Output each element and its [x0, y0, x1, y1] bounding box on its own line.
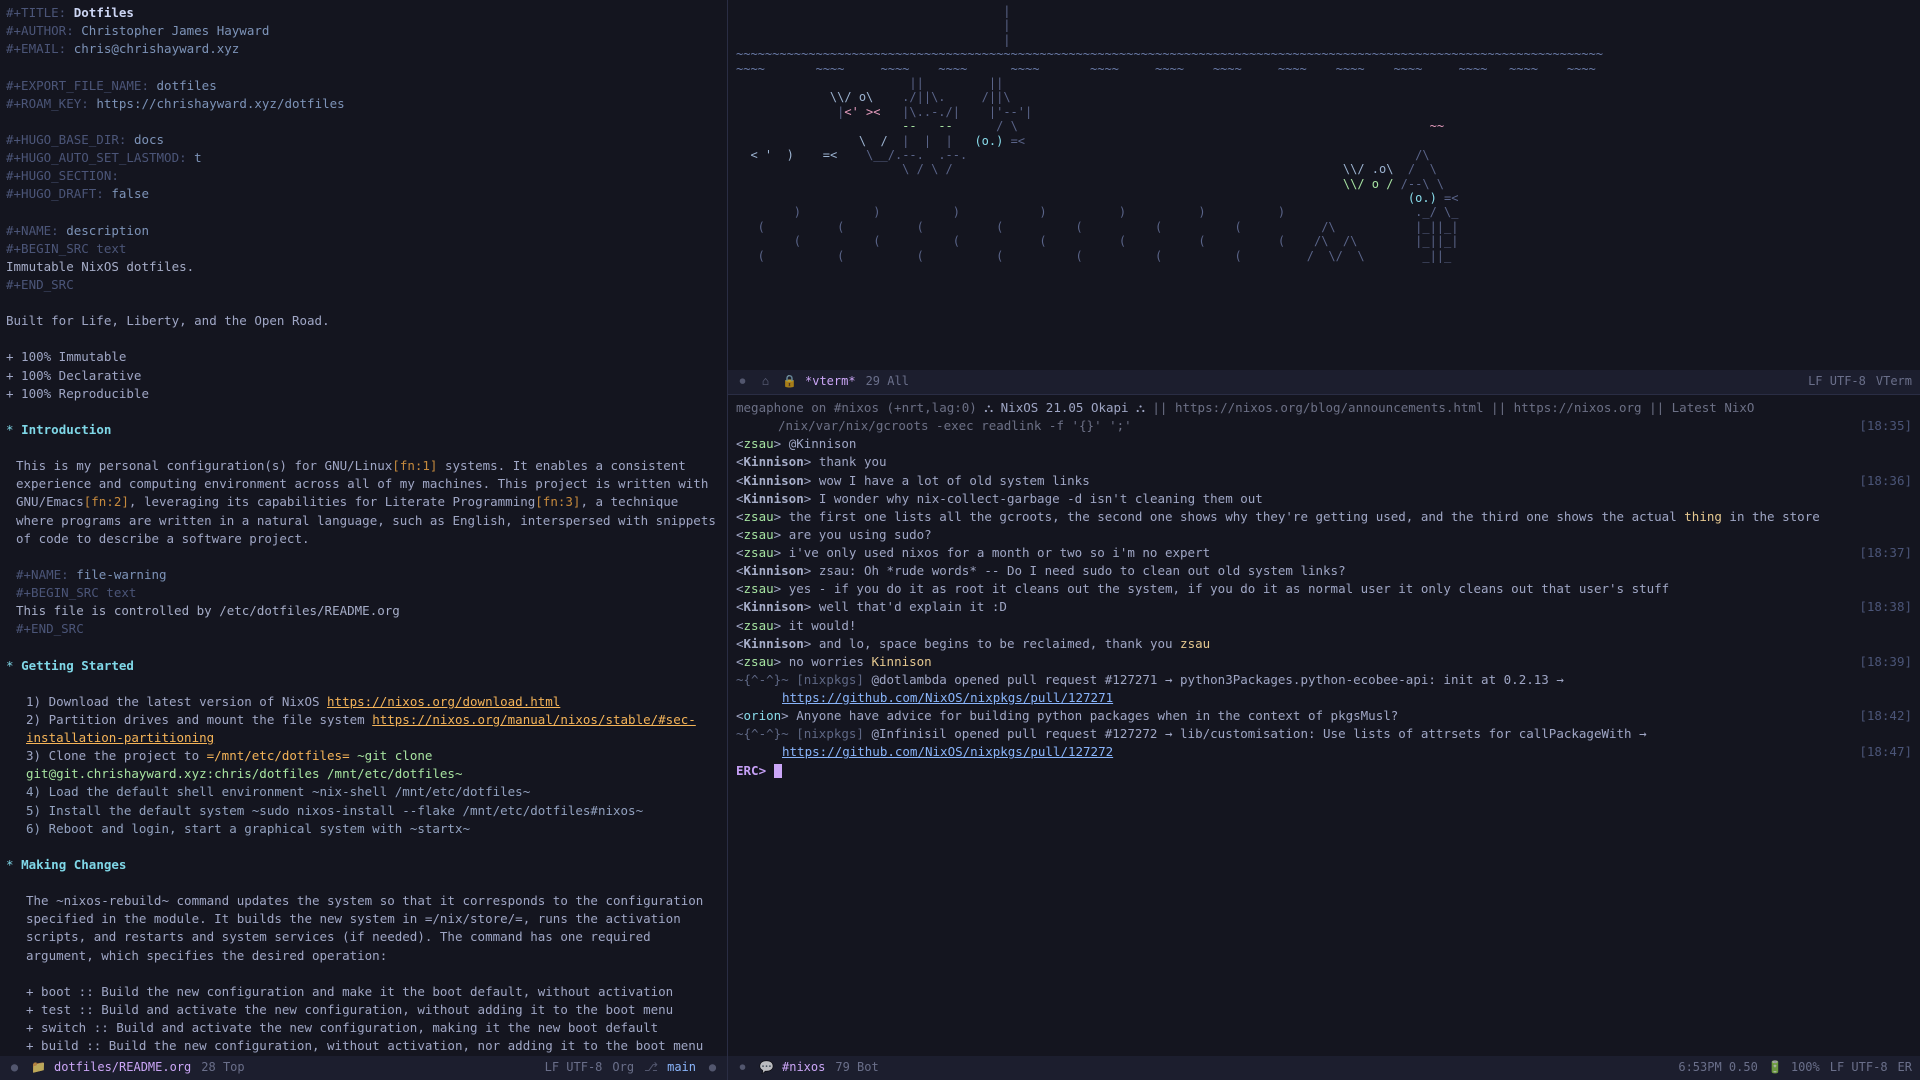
battery-icon: 🔋	[1768, 1059, 1781, 1076]
dot-icon: ●	[706, 1059, 719, 1076]
modeline-erc: ⏺ 💬 #nixos 79 Bot 6:53PM 0.50 🔋 100% LF …	[728, 1056, 1920, 1080]
chat-topic: megaphone on #nixos (+nrt,lag:0) ⛬ NixOS…	[736, 399, 1912, 417]
chat-nick: Kinnison	[744, 563, 804, 578]
chat-nick: zsau	[744, 618, 774, 633]
git-branch-icon: ⎇	[644, 1059, 657, 1076]
ascii-art: | | | ~~~~~~~~~~~~~~~~~~~~~~~~~~~~~~~~~~…	[736, 4, 1912, 263]
right-column: | | | ~~~~~~~~~~~~~~~~~~~~~~~~~~~~~~~~~~…	[728, 0, 1920, 1080]
chat-nick: Kinnison	[744, 599, 804, 614]
timestamp: [18:35]	[1859, 417, 1912, 435]
editor-pane: #+TITLE: Dotfiles #+AUTHOR: Christopher …	[0, 0, 728, 1080]
buffer-name: *vterm*	[805, 373, 856, 390]
home-icon: ⌂	[759, 373, 772, 390]
doc-author: Christopher James Hayward	[81, 23, 269, 38]
folder-icon: 📁	[31, 1059, 44, 1076]
modeline-editor: ● 📁 dotfiles/README.org 28 Top LF UTF-8 …	[0, 1056, 727, 1080]
vterm-pane[interactable]: | | | ~~~~~~~~~~~~~~~~~~~~~~~~~~~~~~~~~~…	[728, 0, 1920, 395]
timestamp: [18:36]	[1859, 472, 1912, 490]
timestamp: [18:37]	[1859, 544, 1912, 562]
bot-nick: ~{^-^}~	[736, 672, 789, 687]
tagline: Built for Life, Liberty, and the Open Ro…	[6, 312, 721, 330]
chat-nick: Kinnison	[744, 491, 804, 506]
pull-request-link[interactable]: https://github.com/NixOS/nixpkgs/pull/12…	[782, 690, 1113, 705]
doc-title: Dotfiles	[74, 5, 134, 20]
chat-nick: Kinnison	[744, 454, 804, 469]
heading-getting-started: Getting Started	[21, 658, 134, 673]
chat-nick: zsau	[744, 545, 774, 560]
meta-key: #+EMAIL:	[6, 41, 66, 56]
pull-request-link[interactable]: https://github.com/NixOS/nixpkgs/pull/12…	[782, 744, 1113, 759]
erc-prompt: ERC>	[736, 763, 766, 778]
org-document[interactable]: #+TITLE: Dotfiles #+AUTHOR: Christopher …	[6, 4, 721, 1080]
meta-key: #+ROAM_KEY:	[6, 96, 89, 111]
erc-pane[interactable]: megaphone on #nixos (+nrt,lag:0) ⛬ NixOS…	[728, 395, 1920, 1080]
chat-icon: 💬	[759, 1059, 772, 1076]
footnote-ref[interactable]: [fn:2]	[84, 494, 129, 509]
meta-key: #+AUTHOR:	[6, 23, 74, 38]
footnote-ref[interactable]: [fn:3]	[535, 494, 580, 509]
chat-nick: zsau	[744, 527, 774, 542]
lock-icon: 🔒	[782, 373, 795, 390]
heading-making-changes: Making Changes	[21, 857, 126, 872]
circle-icon: ●	[8, 1059, 21, 1076]
modeline-vterm: ⏺ ⌂ 🔒 *vterm* 29 All LF UTF-8 VTerm	[728, 370, 1920, 394]
chat-nick: zsau	[744, 509, 774, 524]
timestamp: [18:38]	[1859, 598, 1912, 616]
chat-nick: zsau	[744, 436, 774, 451]
chat-nick: Kinnison	[744, 636, 804, 651]
buffer-pos: 28 Top	[201, 1059, 244, 1076]
heading-intro: Introduction	[21, 422, 111, 437]
meta-key: #+EXPORT_FILE_NAME:	[6, 78, 149, 93]
chat-nick: zsau	[744, 654, 774, 669]
record-icon: ⏺	[736, 373, 749, 390]
doc-email: chris@chrishayward.xyz	[74, 41, 240, 56]
git-branch: main	[667, 1059, 696, 1076]
chat-nick: zsau	[744, 581, 774, 596]
buffer-name: #nixos	[782, 1059, 825, 1076]
meta-key: #+TITLE:	[6, 5, 66, 20]
input-cursor[interactable]	[774, 764, 782, 778]
clock: 6:53PM 0.50	[1678, 1059, 1757, 1076]
buffer-name: dotfiles/README.org	[54, 1059, 191, 1076]
chat-nick: Kinnison	[744, 473, 804, 488]
timestamp: [18:39]	[1859, 653, 1912, 671]
chat-nick: orion	[744, 708, 782, 723]
record-icon: ⏺	[736, 1059, 749, 1076]
download-link[interactable]: https://nixos.org/download.html	[327, 694, 560, 709]
footnote-ref[interactable]: [fn:1]	[392, 458, 437, 473]
